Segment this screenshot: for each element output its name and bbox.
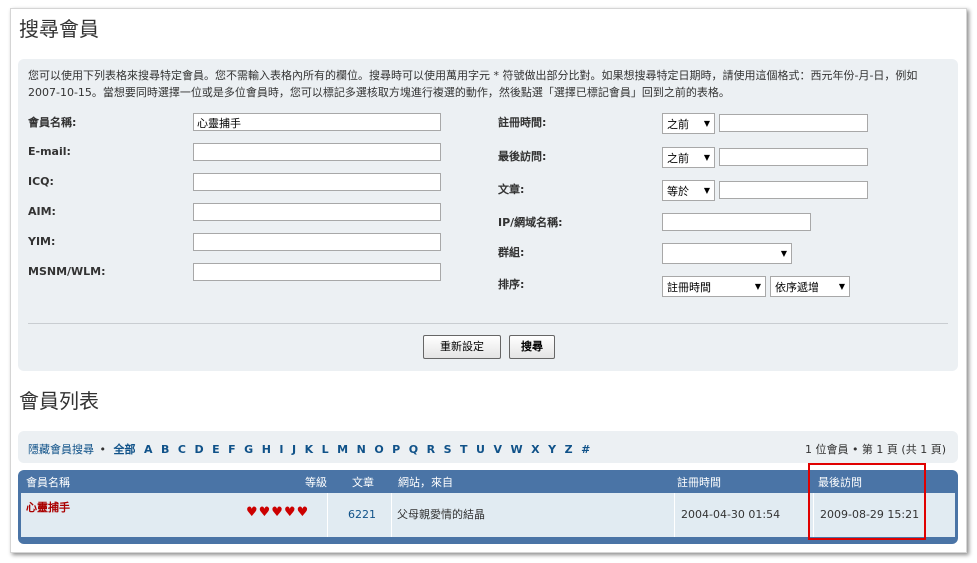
highlight-box [808,463,926,540]
username-label: 會員名稱: [28,116,77,129]
posts-select[interactable]: 等於 ▼ [662,180,715,201]
alpha-bar: 隱藏會員搜尋 • 全部 A B C D E F G H I J K L M N … [18,431,958,463]
chevron-down-icon: ▼ [754,282,761,291]
alpha-link[interactable]: X [531,443,539,456]
joined-select-value: 之前 [667,118,689,131]
sort-key-select-value: 註冊時間 [667,281,711,294]
ip-label: IP/網域名稱: [498,216,563,229]
aim-label: AIM: [28,205,56,218]
alpha-link[interactable]: U [476,443,485,456]
chevron-down-icon: ▼ [703,186,710,195]
posts-label: 文章: [498,183,525,196]
reset-button[interactable]: 重新設定 [423,335,501,359]
header-posts[interactable]: 文章 [352,474,374,490]
alpha-link[interactable]: M [337,443,348,456]
group-select[interactable]: ▼ [662,243,792,264]
sort-key-select[interactable]: 註冊時間 ▼ [662,276,766,297]
posts-input[interactable] [719,181,868,199]
ip-input[interactable] [662,213,811,231]
lastvisit-select-value: 之前 [667,152,689,165]
alpha-link[interactable]: W [510,443,522,456]
joined-date-input[interactable] [719,114,868,132]
alpha-link[interactable]: G [244,443,253,456]
lastvisit-select[interactable]: 之前 ▼ [662,147,715,168]
member-name-link[interactable]: 心靈捕手 [26,499,70,515]
header-website[interactable]: 網站，來自 [398,474,453,490]
chevron-down-icon: ▼ [780,249,787,258]
hide-search-link[interactable]: 隱藏會員搜尋 [28,443,94,456]
divider [28,323,948,324]
alpha-link[interactable]: T [460,443,468,456]
yim-label: YIM: [28,235,56,248]
alpha-link[interactable]: N [357,443,366,456]
page-frame: 搜尋會員 您可以使用下列表格來搜尋特定會員。您不需輸入表格內所有的欄位。搜尋時可… [10,8,967,553]
page-title: 搜尋會員 [19,17,99,41]
cell-posts: 6221 [328,493,392,537]
alpha-link[interactable]: Q [409,443,418,456]
posts-select-value: 等於 [667,185,689,198]
pagination-info: 1 位會員 • 第 1 頁 (共 1 頁) [804,443,946,456]
intro-text: 您可以使用下列表格來搜尋特定會員。您不需輸入表格內所有的欄位。搜尋時可以使用萬用… [28,69,918,99]
alpha-link[interactable]: F [228,443,236,456]
header-joined[interactable]: 註冊時間 [677,474,721,490]
alpha-link[interactable]: R [427,443,435,456]
email-label: E-mail: [28,145,71,158]
sort-dir-select[interactable]: 依序遞增 ▼ [770,276,850,297]
header-rank: 等級 [305,476,327,489]
list-title: 會員列表 [19,389,99,413]
alpha-link[interactable]: S [444,443,452,456]
heart-icon: ♥♥♥♥♥ [246,505,310,520]
msnm-label: MSNM/WLM: [28,265,106,278]
email-input[interactable] [193,143,441,161]
search-button[interactable]: 搜尋 [509,335,555,359]
lastvisit-date-input[interactable] [719,148,868,166]
cell-joined: 2004-04-30 01:54 [675,493,814,537]
alpha-link[interactable]: E [212,443,220,456]
alpha-links: 隱藏會員搜尋 • 全部 A B C D E F G H I J K L M N … [28,441,595,457]
sort-dir-select-value: 依序遞增 [775,281,819,294]
location-text: 父母親愛情的結晶 [397,508,485,521]
sort-label: 排序: [498,278,525,291]
alpha-link[interactable]: J [292,443,296,456]
alpha-link[interactable]: V [493,443,502,456]
header-username[interactable]: 會員名稱 [26,474,70,490]
chevron-down-icon: ▼ [838,282,845,291]
alpha-link[interactable]: I [279,443,283,456]
group-label: 群組: [498,246,525,259]
alpha-link[interactable]: Y [548,443,556,456]
alpha-link[interactable]: D [194,443,203,456]
alpha-link[interactable]: L [322,443,329,456]
lastvisit-label: 最後訪問: [498,150,547,163]
alpha-link-all[interactable]: 全部 [114,443,136,456]
alpha-link[interactable]: B [161,443,169,456]
cell-username: 心靈捕手 ♥♥♥♥♥ [21,493,328,537]
msnm-input[interactable] [193,263,441,281]
alpha-link[interactable]: A [144,443,153,456]
alpha-link[interactable]: C [178,443,186,456]
cell-website: 父母親愛情的結晶 [392,493,675,537]
alpha-link[interactable]: P [392,443,400,456]
alpha-link[interactable]: # [581,443,590,456]
alpha-link[interactable]: H [262,443,271,456]
search-panel: 您可以使用下列表格來搜尋特定會員。您不需輸入表格內所有的欄位。搜尋時可以使用萬用… [18,59,958,371]
joined-select[interactable]: 之前 ▼ [662,113,715,134]
chevron-down-icon: ▼ [703,153,710,162]
yim-input[interactable] [193,233,441,251]
username-input[interactable]: 心靈捕手 [193,113,441,131]
joined-label: 註冊時間: [498,116,547,129]
chevron-down-icon: ▼ [703,119,710,128]
alpha-link[interactable]: K [305,443,314,456]
icq-label: ICQ: [28,175,54,188]
aim-input[interactable] [193,203,441,221]
alpha-link[interactable]: O [374,443,383,456]
joined-date: 2004-04-30 01:54 [681,508,781,521]
icq-input[interactable] [193,173,441,191]
alpha-link[interactable]: Z [565,443,573,456]
bullet: • [99,443,107,456]
posts-count-link[interactable]: 6221 [348,508,376,521]
